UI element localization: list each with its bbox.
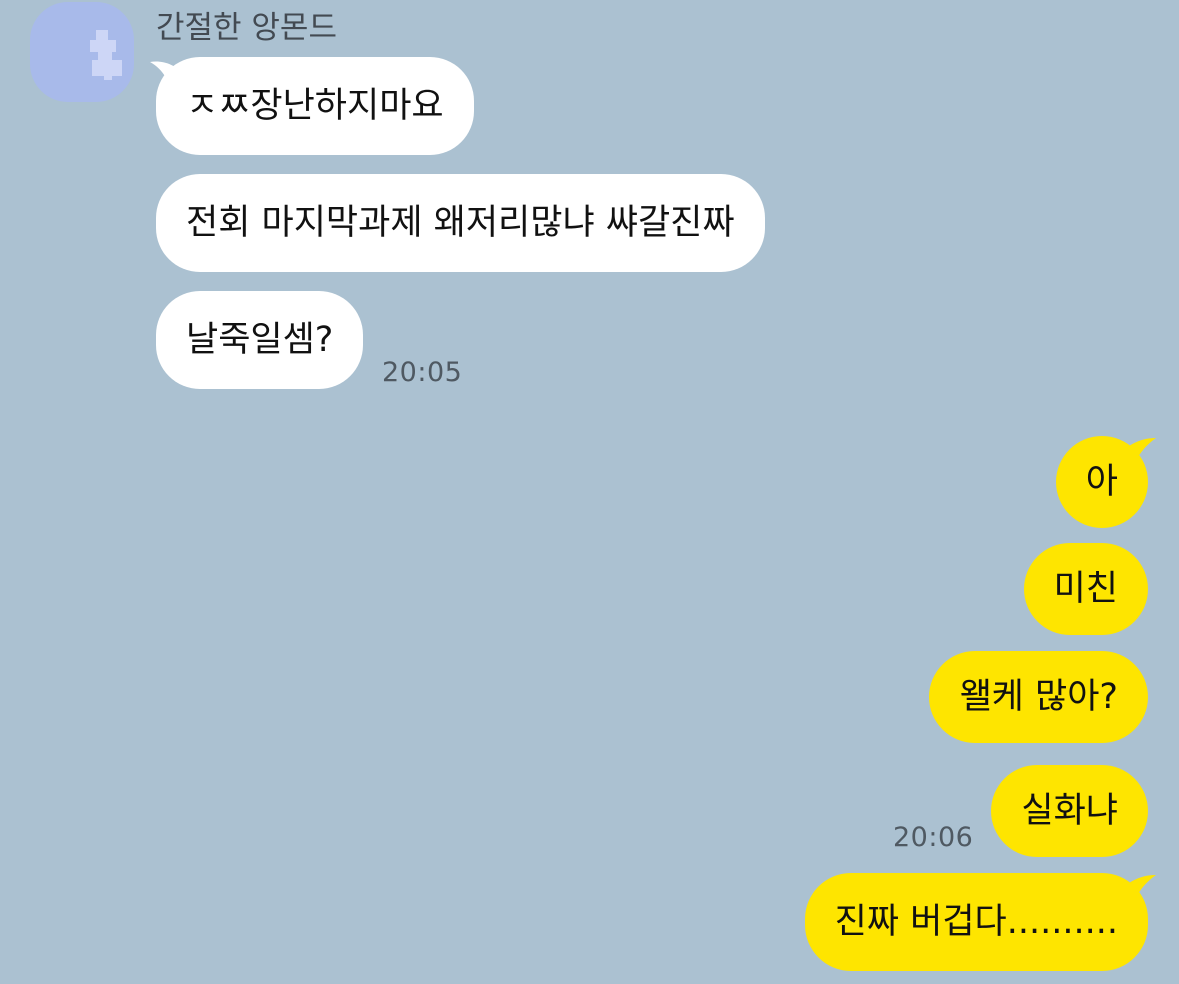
avatar-pixel	[98, 52, 112, 60]
incoming-message-bubble[interactable]: 전회 마지막과제 왜저리많냐 쌰갈진짜	[156, 174, 765, 272]
sender-name: 간절한 앙몬드	[156, 10, 337, 46]
incoming-message-bubble[interactable]: 날죽일셈?	[156, 291, 364, 389]
avatar-pixel	[104, 76, 112, 80]
incoming-message-bubble[interactable]: ㅈㅉ장난하지마요	[156, 57, 474, 155]
avatar-pixel	[92, 60, 122, 76]
outgoing-message-bubble[interactable]: 진짜 버겁다..........	[804, 873, 1148, 971]
incoming-timestamp: 20:05	[382, 357, 463, 388]
sender-avatar[interactable]	[30, 2, 134, 102]
outgoing-message-bubble[interactable]: 미친	[1023, 543, 1148, 635]
outgoing-message-bubble[interactable]: 실화냐	[991, 765, 1148, 857]
outgoing-message-bubble[interactable]: 왤케 많아?	[929, 651, 1148, 743]
avatar-pixel	[90, 40, 116, 52]
avatar-pixel	[96, 30, 108, 40]
outgoing-timestamp: 20:06	[893, 822, 974, 853]
outgoing-message-bubble[interactable]: 아	[1055, 436, 1148, 528]
